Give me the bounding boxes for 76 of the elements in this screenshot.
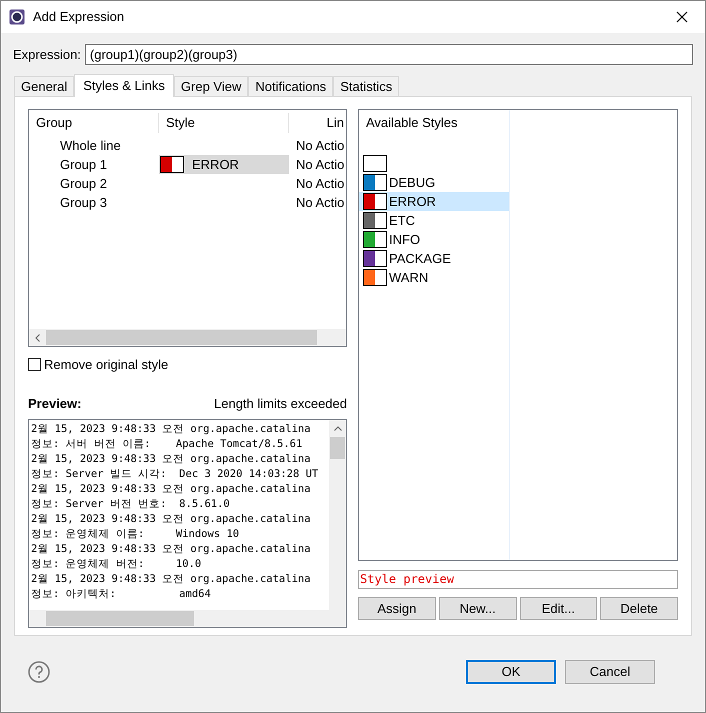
style-preview-field: Style preview: [358, 570, 678, 589]
style-name: DEBUG: [389, 174, 436, 192]
log-line: 정보: 운영체제 이름: Windows 10: [31, 527, 240, 542]
help-icon[interactable]: [28, 661, 50, 683]
preview-label: Preview:: [28, 394, 82, 412]
log-line: 정보: Server 버전 번호: 8.5.61.0: [31, 497, 230, 512]
column-header[interactable]: Style: [159, 113, 289, 133]
style-swatch: [363, 212, 387, 229]
log-line: 2월 15, 2023 9:48:33 오전 org.apache.catalina: [31, 452, 311, 467]
style-name: PACKAGE: [389, 250, 451, 268]
expression-field[interactable]: (group1)(group2)(group3): [84, 44, 693, 65]
table-cell-text: No Actio: [295, 136, 346, 155]
checkbox[interactable]: [28, 358, 41, 372]
style-name: ERROR: [192, 156, 239, 174]
column-header[interactable]: Group: [29, 113, 159, 133]
table-cell-text: Group 1: [59, 156, 108, 174]
style-item[interactable]: ETC: [359, 211, 509, 230]
table-cell-text: No Actio: [295, 194, 346, 212]
style-swatch: [363, 155, 387, 172]
style-button[interactable]: Edit...: [520, 597, 598, 620]
style-button[interactable]: New...: [438, 597, 516, 620]
dialog-button[interactable]: Cancel: [565, 660, 655, 684]
log-line: 정보: Server 빌드 시각: Dec 3 2020 14:03:28 UT: [31, 467, 318, 482]
close-icon: [676, 11, 688, 23]
column-header[interactable]: Lin: [289, 113, 346, 133]
log-line: 정보: 서버 버전 이름: Apache Tomcat/8.5.61: [31, 437, 302, 452]
table-cell-text: Whole line: [59, 136, 122, 155]
app-icon: [9, 9, 25, 25]
style-button[interactable]: Assign: [358, 597, 436, 620]
window-title: Add Expression: [33, 8, 124, 26]
log-line: 2월 15, 2023 9:48:33 오전 org.apache.catalina: [31, 572, 311, 587]
log-line: 정보: 아키텍처: amd64: [31, 587, 211, 602]
style-swatch: [363, 250, 387, 267]
style-swatch: [160, 156, 184, 173]
list-header: Available Styles: [365, 114, 459, 132]
checkbox-label: Remove original style: [44, 356, 168, 374]
vertical-scrollbar[interactable]: [329, 420, 346, 610]
table-cell-text: No Actio: [295, 174, 346, 193]
tab[interactable]: Statistics: [333, 76, 400, 96]
horizontal-scrollbar[interactable]: [29, 329, 346, 346]
scroll-up-icon[interactable]: [334, 426, 342, 431]
expression-label: Expression:: [13, 46, 81, 64]
style-swatch: [363, 231, 387, 248]
horizontal-scrollbar[interactable]: [29, 610, 346, 627]
tab[interactable]: Notifications: [248, 76, 334, 96]
tab[interactable]: Grep View: [174, 76, 248, 96]
scrollbar-thumb[interactable]: [330, 437, 345, 459]
style-name: WARN: [389, 268, 428, 287]
tab[interactable]: General: [14, 76, 74, 96]
dialog-button[interactable]: OK: [466, 660, 556, 684]
style-item[interactable]: PACKAGE: [359, 249, 509, 268]
scrollbar-thumb[interactable]: [46, 330, 317, 345]
style-item[interactable]: INFO: [359, 230, 509, 249]
table-cell-text: Group 2: [59, 174, 108, 193]
style-cell[interactable]: ERROR: [159, 155, 289, 174]
status-text: Length limits exceeded: [214, 394, 347, 413]
style-item[interactable]: ERROR: [359, 192, 509, 211]
log-line: 2월 15, 2023 9:48:33 오전 org.apache.catalina: [31, 482, 311, 497]
log-line: 2월 15, 2023 9:48:33 오전 org.apache.catalina: [31, 422, 311, 437]
style-name: INFO: [389, 230, 420, 249]
style-swatch: [363, 193, 387, 210]
style-button[interactable]: Delete: [600, 597, 678, 620]
table-cell-text: No Actio: [295, 156, 346, 174]
style-swatch: [363, 174, 387, 191]
scrollbar-thumb[interactable]: [46, 611, 194, 626]
scroll-left-icon[interactable]: [35, 334, 40, 342]
style-name: ETC: [389, 212, 415, 230]
tab[interactable]: Styles & Links: [74, 74, 174, 97]
style-item[interactable]: DEBUG: [359, 173, 509, 192]
style-swatch: [363, 269, 387, 286]
log-line: 2월 15, 2023 9:48:33 오전 org.apache.catalina: [31, 542, 311, 557]
table-cell-text: Group 3: [59, 194, 108, 212]
log-line: 2월 15, 2023 9:48:33 오전 org.apache.catalina: [31, 512, 311, 527]
style-item[interactable]: WARN: [359, 268, 509, 287]
style-name: ERROR: [389, 192, 436, 211]
log-line: 정보: 운영체제 버전: 10.0: [31, 557, 202, 572]
